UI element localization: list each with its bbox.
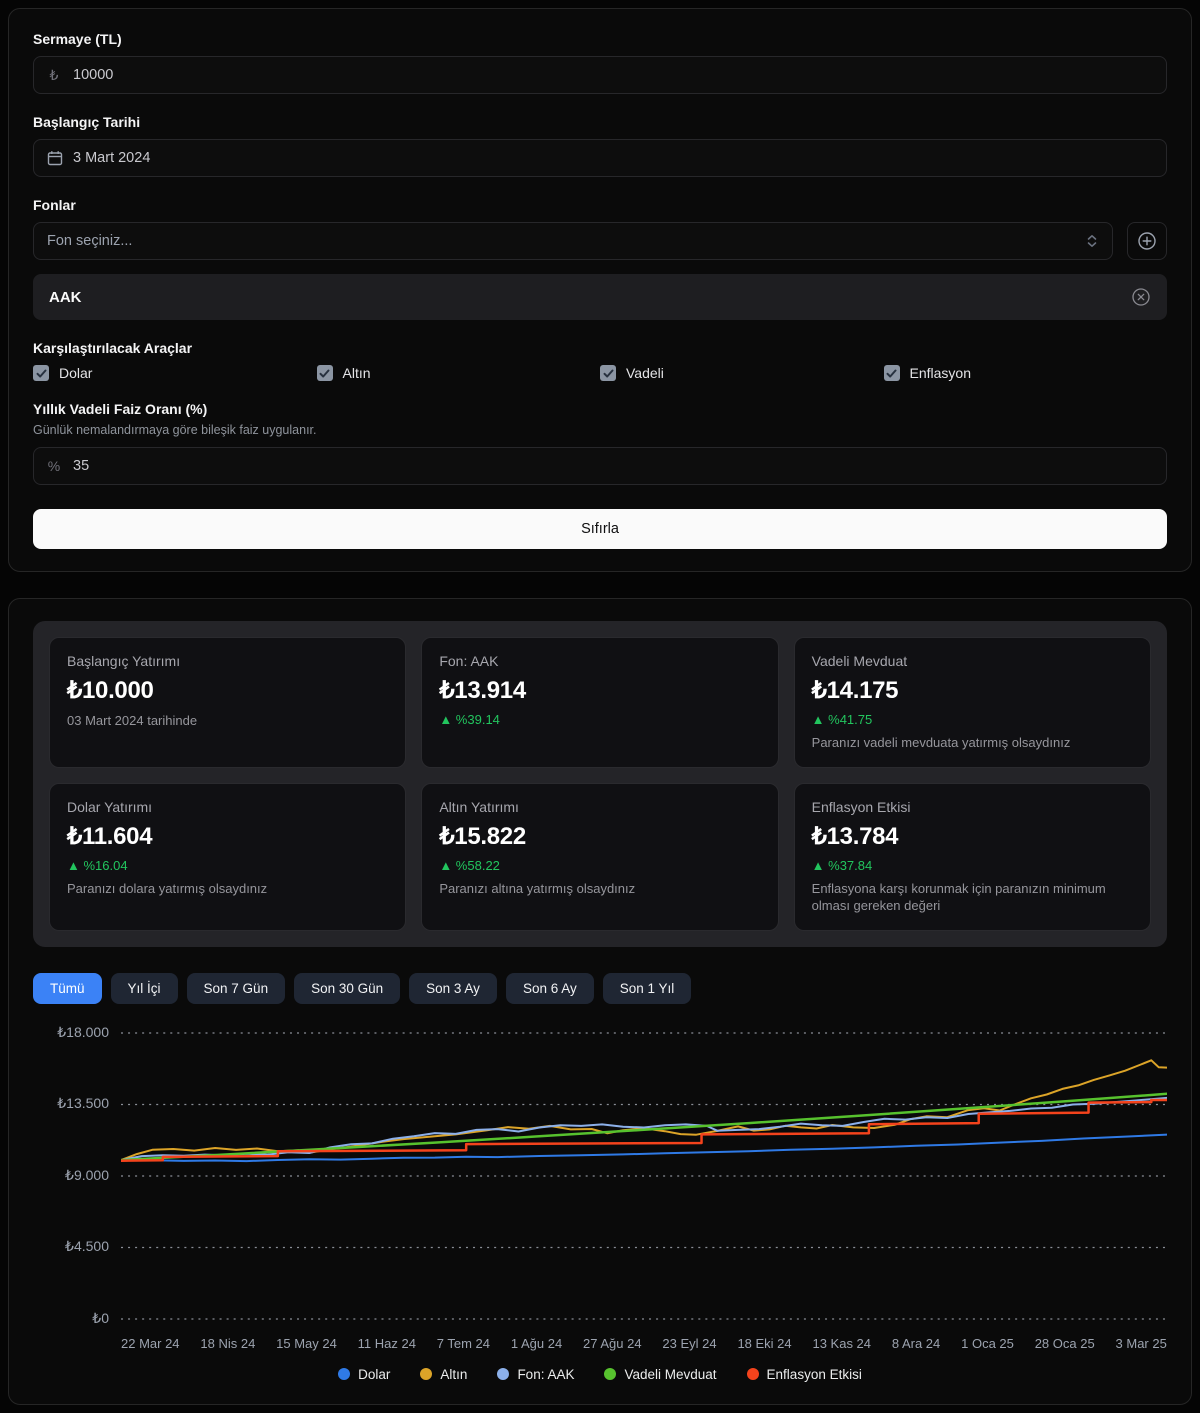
x-tick-label: 15 May 24 <box>276 1336 337 1351</box>
legend-dot-icon <box>338 1368 350 1380</box>
chevron-up-down-icon <box>1085 233 1099 249</box>
range-button-son-3-ay[interactable]: Son 3 Ay <box>409 973 497 1004</box>
check-icon <box>33 365 49 381</box>
range-button-son-30-gun[interactable]: Son 30 Gün <box>294 973 400 1004</box>
remove-fund-icon[interactable] <box>1131 287 1151 307</box>
x-tick-label: 7 Tem 24 <box>437 1336 490 1351</box>
x-tick-label: 18 Eki 24 <box>737 1336 791 1351</box>
results-panel: Başlangıç Yatırımı ₺10.000 03 Mart 2024 … <box>8 598 1192 1405</box>
fund-select-placeholder: Fon seçiniz... <box>47 233 132 249</box>
chart-y-axis: ₺18.000 ₺13.500 ₺9.000 ₺4.500 ₺0 <box>33 1024 121 1328</box>
x-tick-label: 27 Ağu 24 <box>583 1336 642 1351</box>
y-tick-label: ₺9.000 <box>65 1167 109 1184</box>
range-button-yil-ici[interactable]: Yıl İçi <box>111 973 178 1004</box>
y-tick-label: ₺18.000 <box>57 1024 109 1041</box>
instruments-field-group: Karşılaştırılacak Araçlar Dolar Altın Va… <box>33 340 1167 381</box>
chart-plot <box>121 1024 1167 1328</box>
x-tick-label: 3 Mar 25 <box>1116 1336 1167 1351</box>
lira-icon: ₺ <box>47 67 61 84</box>
range-buttons: Tümü Yıl İçi Son 7 Gün Son 30 Gün Son 3 … <box>33 973 1167 1004</box>
card-enflasyon-etkisi: Enflasyon Etkisi ₺13.784 ▲ %37.84 Enflas… <box>794 783 1151 931</box>
x-tick-label: 18 Nis 24 <box>200 1336 255 1351</box>
range-button-son-1-yil[interactable]: Son 1 Yıl <box>603 973 692 1004</box>
interest-value: 35 <box>73 458 89 474</box>
checkbox-dolar[interactable]: Dolar <box>33 365 317 381</box>
y-tick-label: ₺13.500 <box>57 1095 109 1112</box>
x-tick-label: 1 Oca 25 <box>961 1336 1014 1351</box>
selected-fund-label: AAK <box>49 289 82 306</box>
interest-hint: Günlük nemalandırmaya göre bileşik faiz … <box>33 423 1167 437</box>
settings-panel: Sermaye (TL) ₺ 10000 Başlangıç Tarihi 3 … <box>8 8 1192 572</box>
card-vadeli-mevduat: Vadeli Mevduat ₺14.175 ▲ %41.75 Paranızı… <box>794 637 1151 768</box>
percent-icon: % <box>47 458 61 474</box>
chart-legend: Dolar Altın Fon: AAK Vadeli Mevduat Enflasyo… <box>33 1367 1167 1382</box>
card-altin-yatirimi: Altın Yatırımı ₺15.822 ▲ %58.22 Paranızı… <box>421 783 778 931</box>
y-tick-label: ₺0 <box>92 1310 109 1327</box>
x-tick-label: 28 Oca 25 <box>1035 1336 1095 1351</box>
funds-label: Fonlar <box>33 197 1167 213</box>
add-fund-button[interactable] <box>1127 222 1167 260</box>
chart-svg <box>121 1024 1167 1328</box>
capital-field-group: Sermaye (TL) ₺ 10000 <box>33 31 1167 94</box>
x-tick-label: 23 Eyl 24 <box>662 1336 716 1351</box>
start-date-label: Başlangıç Tarihi <box>33 114 1167 130</box>
legend-item: Vadeli Mevduat <box>604 1367 716 1382</box>
chart-x-axis: 22 Mar 24 18 Nis 24 15 May 24 11 Haz 24 7 Te… <box>121 1336 1167 1351</box>
range-button-son-7-gun[interactable]: Son 7 Gün <box>187 973 286 1004</box>
legend-dot-icon <box>747 1368 759 1380</box>
card-dolar-yatirimi: Dolar Yatırımı ₺11.604 ▲ %16.04 Paranızı… <box>49 783 406 931</box>
legend-dot-icon <box>604 1368 616 1380</box>
check-icon <box>600 365 616 381</box>
y-tick-label: ₺4.500 <box>65 1238 109 1255</box>
x-tick-label: 1 Ağu 24 <box>511 1336 562 1351</box>
card-baslangic-yatirimi: Başlangıç Yatırımı ₺10.000 03 Mart 2024 … <box>49 637 406 768</box>
summary-cards-container: Başlangıç Yatırımı ₺10.000 03 Mart 2024 … <box>33 621 1167 947</box>
legend-item: Fon: AAK <box>497 1367 574 1382</box>
plus-circle-icon <box>1137 231 1157 251</box>
checkbox-altin[interactable]: Altın <box>317 365 601 381</box>
legend-label: Enflasyon Etkisi <box>767 1367 862 1382</box>
legend-dot-icon <box>420 1368 432 1380</box>
legend-label: Vadeli Mevduat <box>624 1367 716 1382</box>
check-icon <box>884 365 900 381</box>
legend-item: Dolar <box>338 1367 390 1382</box>
legend-label: Dolar <box>358 1367 390 1382</box>
range-button-tumu[interactable]: Tümü <box>33 973 102 1004</box>
capital-input[interactable]: ₺ 10000 <box>33 56 1167 94</box>
legend-label: Altın <box>440 1367 467 1382</box>
fund-select[interactable]: Fon seçiniz... <box>33 222 1113 260</box>
legend-dot-icon <box>497 1368 509 1380</box>
calendar-icon <box>47 150 61 166</box>
legend-item: Enflasyon Etkisi <box>747 1367 862 1382</box>
legend-item: Altın <box>420 1367 467 1382</box>
x-tick-label: 13 Kas 24 <box>812 1336 871 1351</box>
x-tick-label: 22 Mar 24 <box>121 1336 180 1351</box>
interest-field-group: Yıllık Vadeli Faiz Oranı (%) Günlük nema… <box>33 401 1167 485</box>
funds-field-group: Fonlar Fon seçiniz... AAK <box>33 197 1167 320</box>
start-date-value: 3 Mart 2024 <box>73 150 150 166</box>
checkbox-vadeli[interactable]: Vadeli <box>600 365 884 381</box>
interest-input[interactable]: % 35 <box>33 447 1167 485</box>
range-button-son-6-ay[interactable]: Son 6 Ay <box>506 973 594 1004</box>
start-date-field-group: Başlangıç Tarihi 3 Mart 2024 <box>33 114 1167 177</box>
capital-value: 10000 <box>73 67 113 83</box>
start-date-input[interactable]: 3 Mart 2024 <box>33 139 1167 177</box>
x-tick-label: 8 Ara 24 <box>892 1336 940 1351</box>
selected-fund-chip: AAK <box>33 274 1167 320</box>
checkbox-enflasyon[interactable]: Enflasyon <box>884 365 1168 381</box>
interest-label: Yıllık Vadeli Faiz Oranı (%) <box>33 401 1167 417</box>
capital-label: Sermaye (TL) <box>33 31 1167 47</box>
card-fon-aak: Fon: AAK ₺13.914 ▲ %39.14 <box>421 637 778 768</box>
instruments-label: Karşılaştırılacak Araçlar <box>33 340 1167 356</box>
x-tick-label: 11 Haz 24 <box>358 1336 416 1351</box>
check-icon <box>317 365 333 381</box>
reset-button[interactable]: Sıfırla <box>33 509 1167 549</box>
legend-label: Fon: AAK <box>517 1367 574 1382</box>
